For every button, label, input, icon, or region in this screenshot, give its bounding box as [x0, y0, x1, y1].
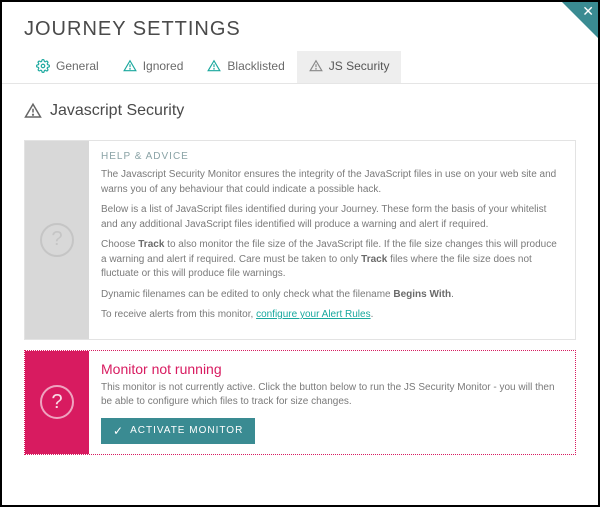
- activate-monitor-label: ACTIVATE MONITOR: [130, 425, 243, 436]
- tab-js-security[interactable]: JS Security: [297, 51, 402, 83]
- tab-js-security-label: JS Security: [329, 59, 390, 73]
- help-text-5: To receive alerts from this monitor, con…: [101, 308, 563, 323]
- warning-icon: [24, 102, 42, 120]
- help-text-3: Choose Track to also monitor the file si…: [101, 238, 563, 282]
- section-title-text: Javascript Security: [50, 102, 184, 120]
- question-icon: ?: [40, 385, 74, 419]
- alert-title: Monitor not running: [101, 361, 563, 377]
- help-panel: ? HELP & ADVICE The Javascript Security …: [24, 140, 576, 340]
- help-text-1: The Javascript Security Monitor ensures …: [101, 168, 563, 197]
- help-header: HELP & ADVICE: [101, 151, 563, 162]
- close-button[interactable]: [562, 2, 598, 38]
- configure-alerts-link[interactable]: configure your Alert Rules: [256, 309, 371, 320]
- activate-monitor-button[interactable]: ✓ ACTIVATE MONITOR: [101, 418, 255, 444]
- tab-ignored[interactable]: Ignored: [111, 51, 196, 83]
- tab-blacklisted[interactable]: Blacklisted: [195, 51, 296, 83]
- warning-icon: [207, 59, 221, 73]
- page-title: JOURNEY SETTINGS: [2, 2, 598, 51]
- section-title: Javascript Security: [24, 102, 576, 130]
- help-panel-body: HELP & ADVICE The Javascript Security Mo…: [89, 141, 575, 339]
- gear-icon: [36, 59, 50, 73]
- warning-icon: [123, 59, 137, 73]
- alert-panel-side: ?: [25, 351, 89, 454]
- tab-blacklisted-label: Blacklisted: [227, 59, 284, 73]
- alert-panel: ? Monitor not running This monitor is no…: [24, 350, 576, 455]
- question-icon: ?: [40, 223, 74, 257]
- alert-panel-body: Monitor not running This monitor is not …: [89, 351, 575, 454]
- help-text-2: Below is a list of JavaScript files iden…: [101, 203, 563, 232]
- help-text-4: Dynamic filenames can be edited to only …: [101, 288, 563, 303]
- tabs: General Ignored Blacklisted JS Security: [2, 51, 598, 84]
- alert-text: This monitor is not currently active. Cl…: [101, 381, 563, 410]
- check-icon: ✓: [113, 424, 124, 438]
- help-panel-side: ?: [25, 141, 89, 339]
- tab-general[interactable]: General: [24, 51, 111, 83]
- content: Javascript Security ? HELP & ADVICE The …: [2, 84, 598, 467]
- tab-general-label: General: [56, 59, 99, 73]
- warning-icon: [309, 59, 323, 73]
- tab-ignored-label: Ignored: [143, 59, 184, 73]
